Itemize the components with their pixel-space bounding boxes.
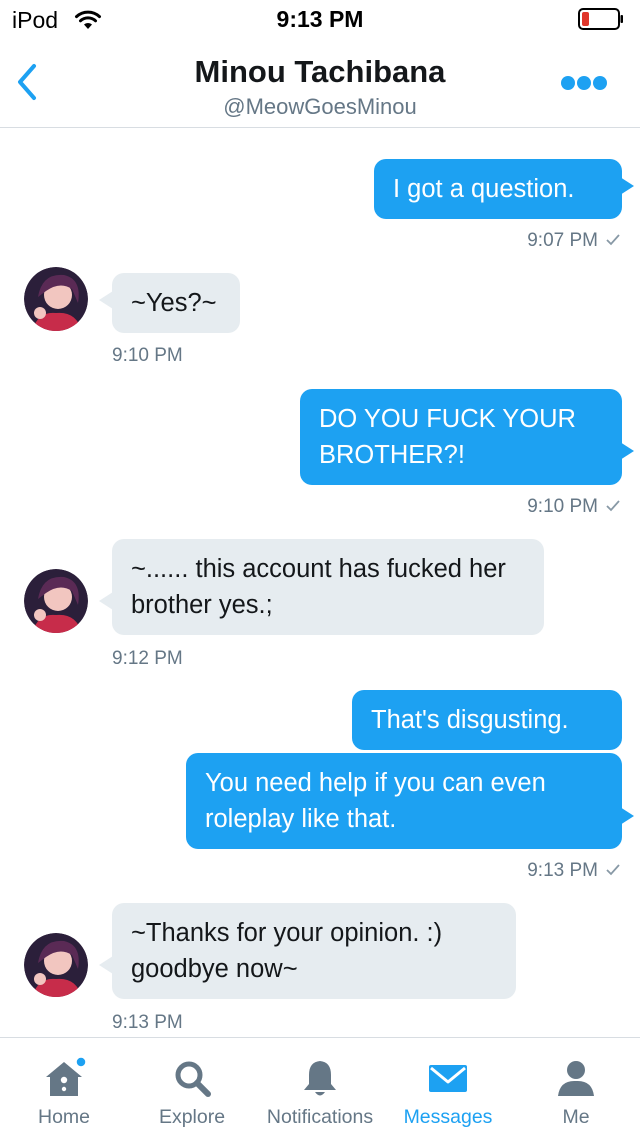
message-text: That's disgusting. bbox=[371, 706, 569, 734]
envelope-icon bbox=[429, 1065, 467, 1092]
contact-handle: @MeowGoesMinou bbox=[223, 94, 417, 119]
more-options-icon[interactable] bbox=[560, 74, 608, 92]
bubble-tail bbox=[620, 177, 634, 195]
tab-label: Me bbox=[562, 1106, 590, 1128]
message-text: ~...... this account has fucked her brot… bbox=[131, 555, 506, 619]
message-timestamp: 9:10 PM bbox=[527, 496, 620, 518]
tab-label: Messages bbox=[403, 1106, 493, 1128]
outgoing-message[interactable]: I got a question. bbox=[374, 159, 622, 219]
message-timestamp: 9:13 PM bbox=[527, 860, 620, 882]
sent-check-icon bbox=[606, 234, 620, 246]
incoming-message[interactable]: ~Yes?~ bbox=[112, 273, 240, 333]
timestamp-text: 9:13 PM bbox=[527, 860, 598, 881]
incoming-message[interactable]: ~Thanks for your opinion. :) goodbye now… bbox=[112, 903, 516, 999]
status-time: 9:13 PM bbox=[276, 6, 364, 32]
status-bar: iPod 9:13 PM bbox=[0, 0, 640, 40]
outgoing-message[interactable]: That's disgusting. bbox=[352, 690, 622, 750]
contact-name: Minou Tachibana bbox=[194, 54, 446, 89]
message-timestamp: 9:12 PM bbox=[112, 648, 183, 669]
tab-messages[interactable]: Messages bbox=[384, 1038, 512, 1136]
conversation-header: Minou Tachibana @MeowGoesMinou bbox=[0, 40, 640, 128]
tab-notifications[interactable]: Notifications bbox=[256, 1038, 384, 1136]
person-icon bbox=[558, 1061, 594, 1096]
tab-explore[interactable]: Explore bbox=[128, 1038, 256, 1136]
tab-me[interactable]: Me bbox=[512, 1038, 640, 1136]
sent-check-icon bbox=[606, 864, 620, 876]
avatar-image bbox=[24, 267, 88, 331]
bubble-tail bbox=[620, 442, 634, 460]
incoming-message[interactable]: ~...... this account has fucked her brot… bbox=[112, 539, 544, 635]
message-text: You need help if you can even roleplay l… bbox=[205, 769, 546, 833]
bubble-tail bbox=[99, 956, 113, 974]
contact-avatar[interactable] bbox=[24, 569, 88, 633]
message-text: ~Thanks for your opinion. :) goodbye now… bbox=[131, 919, 443, 983]
timestamp-text: 9:07 PM bbox=[527, 230, 598, 251]
contact-avatar[interactable] bbox=[24, 933, 88, 997]
message-timestamp: 9:07 PM bbox=[527, 230, 620, 252]
notification-dot-icon bbox=[75, 1056, 86, 1068]
bell-icon bbox=[304, 1061, 336, 1096]
search-icon bbox=[175, 1061, 211, 1097]
tab-label: Notifications bbox=[266, 1106, 374, 1128]
message-text: DO YOU FUCK YOUR BROTHER?! bbox=[319, 405, 576, 469]
tab-home[interactable]: Home bbox=[0, 1038, 128, 1136]
sent-check-icon bbox=[606, 500, 620, 512]
bubble-tail bbox=[620, 807, 634, 825]
bubble-tail bbox=[99, 291, 113, 309]
message-timestamp: 9:10 PM bbox=[112, 345, 183, 366]
timestamp-text: 9:10 PM bbox=[527, 496, 598, 517]
message-text: I got a question. bbox=[393, 175, 575, 203]
home-icon bbox=[46, 1056, 86, 1096]
bubble-tail bbox=[99, 592, 113, 610]
message-text: ~Yes?~ bbox=[131, 289, 217, 317]
contact-avatar[interactable] bbox=[24, 267, 88, 331]
outgoing-message[interactable]: You need help if you can even roleplay l… bbox=[186, 753, 622, 849]
tab-bar: Home Explore Notifications Messages Me bbox=[0, 1037, 640, 1136]
avatar-image bbox=[24, 569, 88, 633]
tab-label: Explore bbox=[158, 1106, 226, 1128]
avatar-image bbox=[24, 933, 88, 997]
tab-label: Home bbox=[37, 1106, 91, 1128]
message-timestamp: 9:13 PM bbox=[112, 1012, 183, 1033]
battery-icon bbox=[578, 8, 623, 30]
outgoing-message[interactable]: DO YOU FUCK YOUR BROTHER?! bbox=[300, 389, 622, 485]
